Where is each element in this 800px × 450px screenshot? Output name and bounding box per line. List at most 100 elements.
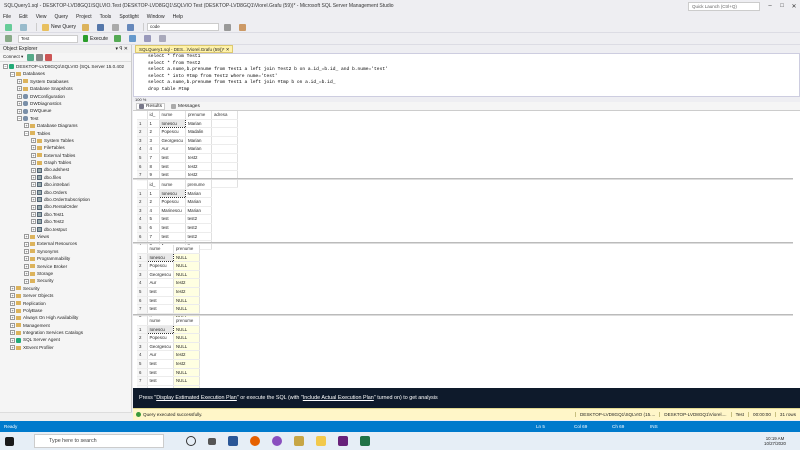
app-icon[interactable] [272,436,282,446]
grid-cell[interactable]: test [147,296,174,306]
task-view-icon[interactable] [208,437,216,445]
connect-dropdown[interactable]: Connect ▾ [3,54,23,60]
menu-help[interactable]: Help [173,14,183,20]
grid-cell[interactable]: test [147,304,174,314]
comment-button[interactable] [157,34,170,43]
tree-node[interactable]: + Graph Tables [0,159,131,166]
expand-toggle-icon[interactable]: + [17,86,22,92]
expand-toggle-icon[interactable]: + [10,315,15,321]
display-estimated-plan-link[interactable]: Display Estimated Execution Plan [156,395,237,401]
table-row[interactable]: 3 Georgescu NULL [137,342,200,352]
cut-button[interactable] [110,23,123,32]
visual-studio-icon[interactable] [338,436,348,446]
grid-cell[interactable]: test [159,153,186,163]
expand-toggle-icon[interactable]: + [24,248,29,254]
grid-cell[interactable] [211,144,238,154]
tree-node[interactable]: + Always On High Availability [0,314,131,321]
tree-node[interactable]: − Tables [0,130,131,137]
row-number[interactable]: 7 [137,304,148,314]
expand-toggle-icon[interactable]: + [31,145,36,151]
table-row[interactable]: 1 Ionescu NULL [137,324,200,335]
menu-window[interactable]: Window [147,14,165,20]
row-number[interactable]: 1 [137,119,148,129]
table-row[interactable]: 4 Aur test2 [137,278,200,288]
grid-cell[interactable]: Ionescu [146,252,174,263]
grid-cell[interactable]: test2 [185,162,212,172]
tree-node[interactable]: + External Resources [0,240,131,247]
row-number[interactable]: 2 [137,261,148,271]
row-number[interactable]: 7 [137,376,148,386]
tree-node[interactable]: + Replication [0,300,131,307]
expand-toggle-icon[interactable]: + [31,197,36,203]
column-header[interactable]: nume [159,111,186,120]
grid-cell[interactable]: Popescu [147,333,174,343]
tab-messages[interactable]: Messages [171,103,200,109]
table-row[interactable]: 3 3 Georgescu Marian [137,136,238,146]
tree-node[interactable]: + Server Objects [0,292,131,299]
table-row[interactable]: 3 4 Marinescu Marian [137,206,212,216]
file-explorer-icon[interactable] [316,436,326,446]
table-row[interactable]: 3 Georgescu NULL [137,270,200,280]
column-header[interactable]: prenume [185,111,212,120]
stop-icon[interactable] [45,53,53,61]
tree-node[interactable]: + dbo.Test1 [0,211,131,218]
tree-node[interactable]: + Security [0,277,131,284]
row-number[interactable]: 3 [137,136,148,146]
grid-cell[interactable]: test [147,287,174,297]
table-row[interactable]: 4 4 Aur Marian [137,144,238,154]
expand-toggle-icon[interactable]: − [3,64,8,70]
row-header-corner[interactable] [137,245,148,254]
new-query-button[interactable]: New Query [40,23,78,32]
row-number[interactable]: 3 [137,270,148,280]
grid-cell[interactable]: NULL [173,296,200,306]
grid-cell[interactable]: Georgescu [147,270,174,280]
tree-node[interactable]: + DWQueue [0,107,131,114]
grid-cell[interactable]: 2 [147,197,160,207]
grid-cell[interactable]: test2 [185,223,212,233]
word-icon[interactable] [228,436,238,446]
tree-node[interactable]: − Databases [0,70,131,77]
tree-node[interactable]: + dbo.RentalOrder [0,203,131,210]
row-header-corner[interactable] [137,181,148,190]
grid-cell[interactable] [211,162,238,172]
expand-toggle-icon[interactable]: + [10,345,15,351]
grid-cell[interactable]: 7 [147,153,160,163]
table-row[interactable]: 2 Popescu NULL [137,333,200,343]
expand-toggle-icon[interactable]: + [31,167,36,173]
grid-cell[interactable] [211,153,238,163]
table-row[interactable]: 5 7 test test2 [137,153,238,163]
column-header[interactable]: prenume [173,245,200,254]
grid-cell[interactable]: test [159,232,186,242]
tree-node[interactable]: − DESKTOP-LVD8GQ1\SQLVIO (SQL Server 15.0… [0,63,131,70]
grid-cell[interactable]: 2 [147,127,160,137]
debug-button[interactable] [112,34,125,43]
menu-spotlight[interactable]: Spotlight [119,14,138,20]
firefox-icon[interactable] [250,436,260,446]
expand-toggle-icon[interactable]: + [10,285,15,291]
tree-node[interactable]: + Database Snapshots [0,85,131,92]
save-button[interactable] [95,23,108,32]
grid-cell[interactable] [211,127,238,137]
row-number[interactable]: 4 [137,278,148,288]
tree-node[interactable]: + dbo.files [0,174,131,181]
grid-cell[interactable]: NULL [173,325,200,335]
table-row[interactable]: 1 1 Ionescu Marian [137,118,238,129]
row-number[interactable]: 5 [137,359,148,369]
row-number[interactable]: 4 [137,214,148,224]
grid-cell[interactable]: Aur [147,278,174,288]
grid-cell[interactable]: Popescu [159,197,186,207]
tree-node[interactable]: + PolyBase [0,307,131,314]
table-row[interactable]: 4 Aur test2 [137,350,200,360]
expand-toggle-icon[interactable]: + [24,278,29,284]
grid-cell[interactable]: NULL [173,261,200,271]
grid-cell[interactable] [211,179,238,189]
grid-cell[interactable]: test2 [173,359,200,369]
estimated-plan-button[interactable] [127,34,140,43]
open-button[interactable] [80,23,93,32]
taskbar-search-input[interactable]: Type here to search [34,434,164,448]
filter-icon[interactable] [36,53,44,61]
expand-toggle-icon[interactable]: + [24,271,29,277]
column-header[interactable]: id_ [147,181,160,190]
grid-cell[interactable]: 8 [147,162,160,172]
quick-launch-input[interactable]: Quick Launch (Ctrl+Q) [688,1,760,11]
